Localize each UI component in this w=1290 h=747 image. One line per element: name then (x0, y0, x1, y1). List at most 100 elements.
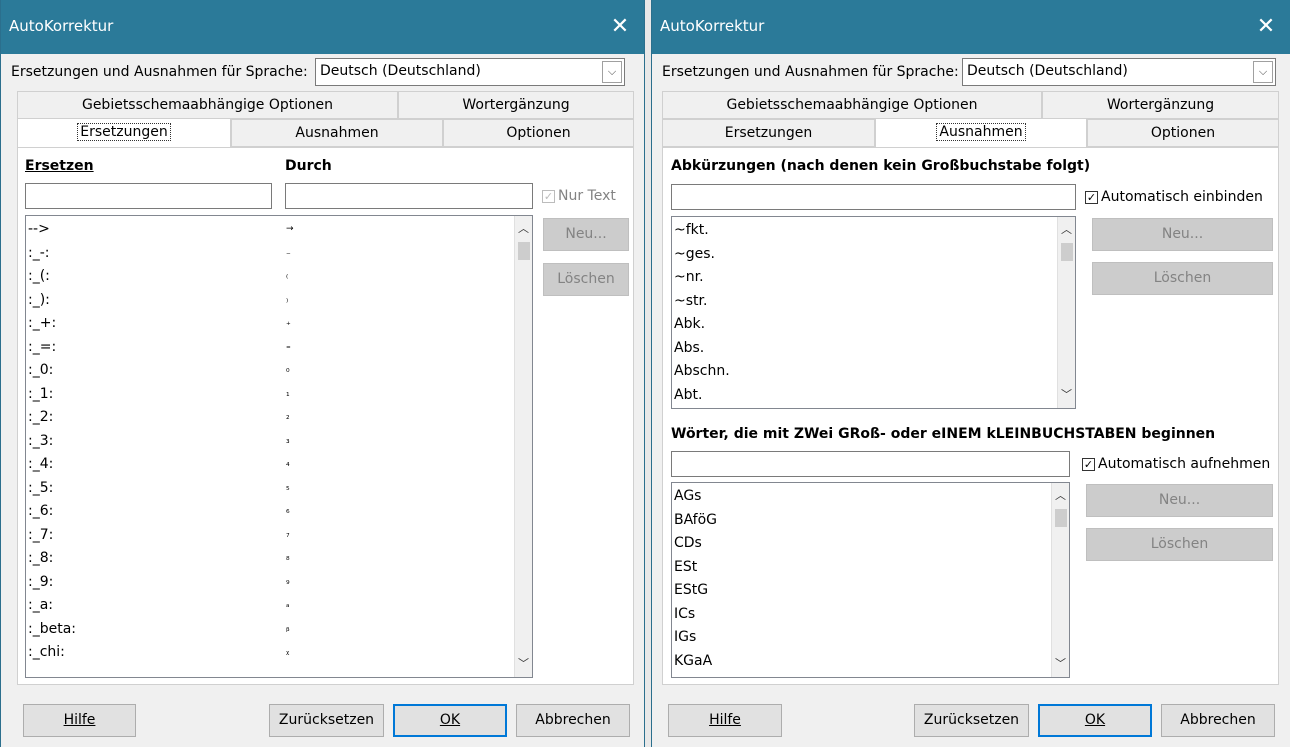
table-row[interactable]: :_0: ₀ (28, 359, 514, 382)
table-row[interactable]: --> → (28, 218, 514, 241)
close-icon[interactable]: ✕ (596, 0, 644, 54)
table-row[interactable]: :_8: ₈ (28, 547, 514, 570)
scroll-up-icon[interactable]: ︿ (515, 220, 532, 238)
scroll-thumb[interactable] (1055, 509, 1067, 527)
list-item[interactable]: Abk. (674, 313, 1057, 336)
replace-cell: :_): (28, 291, 50, 308)
scroll-up-icon[interactable]: ︿ (1052, 487, 1069, 505)
list-item[interactable]: ~ges. (674, 243, 1057, 266)
table-row[interactable]: :_4: ₄ (28, 453, 514, 476)
abbrev-new-button[interactable]: Neu... (1092, 218, 1273, 251)
word-input[interactable] (671, 451, 1070, 477)
replacement-table[interactable]: --> →:_-: ₋:_(: ₍:_): ₎:_+: ₊:_=: ₌:_0: ₀ :_1: ₁:… (25, 215, 533, 678)
vertical-scrollbar[interactable]: ︿ ﹀ (1057, 217, 1075, 408)
scroll-down-icon[interactable]: ﹀ (515, 655, 532, 673)
replace-cell: :_0: (28, 362, 54, 378)
table-row[interactable]: :_a: ₐ (28, 594, 514, 617)
abbrev-delete-button[interactable]: Löschen (1092, 262, 1273, 295)
table-row[interactable]: :_1: ₁ (28, 383, 514, 406)
list-item[interactable]: ~fkt. (674, 219, 1057, 242)
words-new-button[interactable]: Neu... (1086, 484, 1273, 517)
with-cell: ₁ (286, 388, 290, 399)
with-cell: ₇ (286, 529, 290, 540)
reset-button[interactable]: Zurücksetzen (269, 704, 384, 737)
scroll-thumb[interactable] (518, 242, 530, 260)
help-button[interactable]: Hilfe (668, 704, 782, 737)
tab-options[interactable]: Optionen (443, 119, 634, 147)
text-only-checkbox[interactable]: ✓ Nur Text (542, 188, 616, 204)
list-item[interactable]: ESt (674, 556, 1051, 579)
list-item[interactable]: BAföG (674, 509, 1051, 532)
tab-word-completion[interactable]: Wortergänzung (398, 91, 634, 119)
replace-input[interactable] (25, 183, 272, 209)
two-capitals-list[interactable]: AGs BAföG CDs ESt EStG ICs IGs KGaA ︿ ﹀ (671, 482, 1070, 678)
auto-add-checkbox[interactable]: ✓ Automatisch aufnehmen (1082, 456, 1270, 472)
close-icon[interactable]: ✕ (1242, 0, 1290, 54)
scroll-up-icon[interactable]: ︿ (1058, 221, 1075, 239)
table-row[interactable]: :_9: ₉ (28, 571, 514, 594)
list-item[interactable]: ~str. (674, 290, 1057, 313)
ok-button[interactable]: OK (393, 704, 507, 737)
help-label: Hilfe (709, 712, 741, 728)
tab-locale-options[interactable]: Gebietsschemaabhängige Optionen (17, 91, 398, 119)
table-row[interactable]: :_(: ₍ (28, 265, 514, 288)
with-cell: ₍ (286, 271, 289, 281)
new-button[interactable]: Neu... (543, 218, 629, 251)
table-row[interactable]: :_3: ₃ (28, 430, 514, 453)
auto-include-checkbox[interactable]: ✓ Automatisch einbinden (1085, 189, 1263, 205)
list-item[interactable]: IGs (674, 626, 1051, 649)
tab-word-completion[interactable]: Wortergänzung (1042, 91, 1279, 119)
language-select[interactable]: Deutsch (Deutschland) ⌵ (962, 58, 1276, 86)
abbreviations-list[interactable]: ~fkt. ~ges. ~nr. ~str. Abk. Abs. Abschn. Abt. ︿… (671, 216, 1076, 409)
list-item[interactable]: Abschn. (674, 360, 1057, 383)
scroll-thumb[interactable] (1061, 243, 1073, 261)
delete-button[interactable]: Löschen (543, 263, 629, 296)
table-row[interactable]: :_beta: ᵦ (28, 618, 514, 641)
table-row[interactable]: :_=: ₌ (28, 336, 514, 359)
with-cell: ₆ (286, 506, 290, 516)
table-row[interactable]: :_7: ₇ (28, 524, 514, 547)
list-item[interactable]: Abt. (674, 384, 1057, 407)
list-item[interactable]: Abs. (674, 337, 1057, 360)
help-button[interactable]: Hilfe (23, 704, 136, 737)
table-row[interactable]: :_): ₎ (28, 289, 514, 312)
abbreviation-input[interactable] (671, 184, 1076, 210)
cancel-button[interactable]: Abbrechen (516, 704, 630, 737)
list-item[interactable]: KGaA (674, 650, 1051, 673)
tab-options[interactable]: Optionen (1087, 119, 1279, 147)
chevron-down-icon[interactable]: ⌵ (1253, 61, 1273, 83)
tab-replacements[interactable]: Ersetzungen (17, 118, 231, 148)
replace-cell: :_1: (28, 385, 54, 402)
table-row[interactable]: :_+: ₊ (28, 312, 514, 335)
words-delete-button[interactable]: Löschen (1086, 528, 1273, 561)
ok-button[interactable]: OK (1038, 704, 1152, 737)
list-item[interactable]: CDs (674, 532, 1051, 555)
table-row[interactable]: :_chi: ᵪ (28, 641, 514, 664)
tab-locale-options[interactable]: Gebietsschemaabhängige Optionen (662, 91, 1042, 119)
vertical-scrollbar[interactable]: ︿ ﹀ (514, 216, 532, 677)
language-select[interactable]: Deutsch (Deutschland) ⌵ (315, 58, 625, 86)
scroll-down-icon[interactable]: ﹀ (1052, 655, 1069, 673)
tab-exceptions[interactable]: Ausnahmen (875, 118, 1087, 148)
vertical-scrollbar[interactable]: ︿ ﹀ (1051, 483, 1069, 677)
replace-cell: :_2: (28, 409, 54, 425)
tab-replacements[interactable]: Ersetzungen (662, 119, 875, 147)
table-row[interactable]: :_5: ₅ (28, 477, 514, 500)
table-row[interactable]: :_2: ₂ (28, 406, 514, 429)
window-title: AutoKorrektur (660, 17, 765, 35)
reset-button[interactable]: Zurücksetzen (914, 704, 1029, 737)
with-cell: ₋ (286, 247, 291, 258)
list-item[interactable]: ICs (674, 603, 1051, 626)
with-cell: ᵦ (286, 623, 290, 634)
table-row[interactable]: :_-: ₋ (28, 242, 514, 265)
list-item[interactable]: EStG (674, 579, 1051, 602)
list-item[interactable]: ~nr. (674, 266, 1057, 289)
table-row[interactable]: :_6: ₆ (28, 500, 514, 523)
scroll-down-icon[interactable]: ﹀ (1058, 386, 1075, 404)
chevron-down-icon[interactable]: ⌵ (602, 61, 622, 83)
with-input[interactable] (285, 183, 533, 209)
cancel-button[interactable]: Abbrechen (1161, 704, 1275, 737)
tab-exceptions[interactable]: Ausnahmen (231, 119, 443, 147)
list-item[interactable]: AGs (674, 485, 1051, 508)
replace-cell: :_9: (28, 573, 54, 590)
